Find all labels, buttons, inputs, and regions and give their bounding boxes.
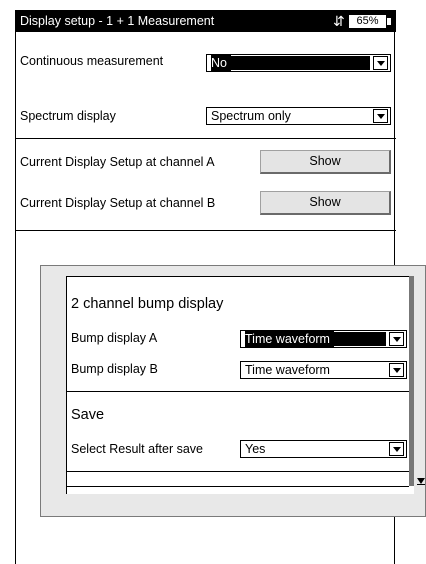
select-result-label: Select Result after save (71, 442, 204, 456)
divider (67, 471, 409, 472)
chevron-down-icon[interactable] (373, 109, 388, 123)
channel-a-label: Current Display Setup at channel A (20, 155, 215, 169)
window-title: Display setup - 1 + 1 Measurement (20, 14, 215, 28)
continuous-measurement-value: No (211, 55, 231, 71)
bump-display-b-dropdown[interactable]: Time waveform (240, 361, 407, 379)
divider (67, 486, 409, 487)
show-channel-a-button[interactable]: Show (260, 150, 391, 174)
chevron-down-icon[interactable] (389, 442, 404, 456)
bump-display-b-label: Bump display B (71, 362, 158, 376)
continuous-measurement-dropdown[interactable]: No (206, 54, 391, 72)
panel-content: 2 channel bump display Bump display A Ti… (66, 276, 414, 494)
chevron-down-icon[interactable] (389, 332, 404, 346)
spectrum-display-label: Spectrum display (20, 109, 116, 123)
select-result-dropdown[interactable]: Yes (240, 440, 407, 458)
channel-b-label: Current Display Setup at channel B (20, 196, 216, 210)
show-channel-b-button[interactable]: Show (260, 191, 391, 215)
scrollbar[interactable] (409, 276, 414, 486)
bump-display-a-label: Bump display A (71, 331, 158, 345)
divider (16, 138, 396, 139)
spectrum-display-value: Spectrum only (211, 109, 291, 123)
scroll-down-icon[interactable] (417, 476, 426, 485)
chevron-down-icon[interactable] (389, 363, 404, 377)
save-section-title: Save (71, 407, 105, 423)
select-result-value: Yes (245, 442, 266, 456)
bluetooth-icon: ⇵ (333, 13, 345, 29)
battery-tip-icon (387, 18, 391, 25)
selection-highlight (229, 56, 370, 70)
chevron-down-icon[interactable] (373, 56, 388, 70)
bump-display-a-dropdown[interactable]: Time waveform (240, 330, 407, 348)
zoomed-settings-panel: 2 channel bump display Bump display A Ti… (40, 265, 426, 517)
divider (67, 391, 409, 392)
continuous-measurement-label: Continuous measurement (20, 54, 164, 68)
bump-display-b-value: Time waveform (245, 363, 330, 377)
bump-display-a-value: Time waveform (245, 331, 334, 347)
bump-display-section-title: 2 channel bump display (71, 296, 224, 312)
divider (67, 276, 409, 277)
spectrum-display-dropdown[interactable]: Spectrum only (206, 107, 391, 125)
title-bar: Display setup - 1 + 1 Measurement ⇵ 65% (16, 10, 396, 32)
divider (16, 230, 396, 231)
battery-indicator: 65% (349, 15, 386, 28)
